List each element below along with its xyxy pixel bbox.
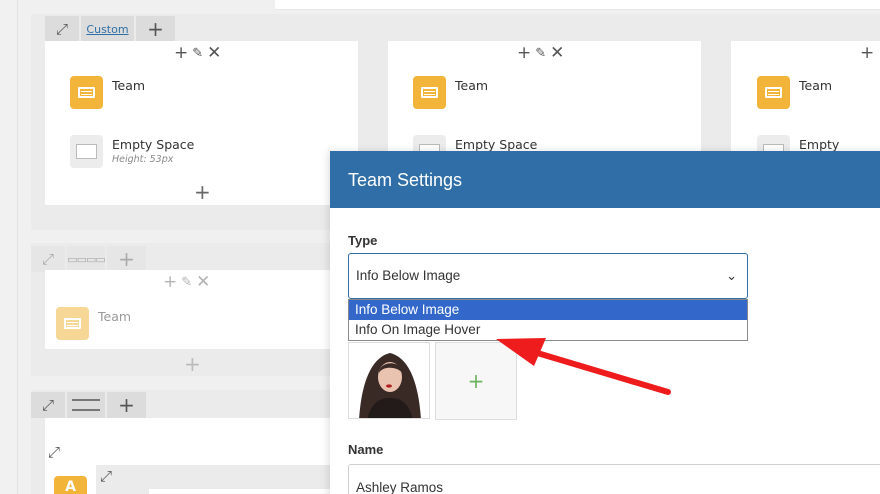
team-settings-modal: Team Settings Type Info Below Image ⌄ In… bbox=[330, 151, 880, 494]
add-element-icon[interactable]: + bbox=[517, 45, 531, 62]
row-expand-button[interactable]: ⤢ bbox=[31, 246, 65, 272]
name-input[interactable]: Ashley Ramos bbox=[348, 464, 880, 494]
element-title: Team bbox=[455, 78, 489, 93]
row-1-toolbar: ⤢ Custom + bbox=[45, 16, 177, 42]
element-team[interactable]: Team bbox=[413, 76, 488, 109]
delete-x-icon[interactable]: ✕ bbox=[196, 274, 210, 291]
element-title: Team bbox=[112, 78, 146, 93]
edit-pencil-icon[interactable]: ✎ bbox=[192, 45, 203, 62]
element-subtitle: Height: 53px bbox=[112, 154, 174, 165]
type-select[interactable]: Info Below Image ⌄ bbox=[348, 253, 748, 299]
row-3-toolbar: ⤢ + bbox=[31, 392, 148, 418]
modal-title: Team Settings bbox=[330, 151, 880, 208]
type-label: Type bbox=[348, 233, 378, 248]
add-element-icon[interactable]: + bbox=[163, 274, 177, 291]
row-expand-button[interactable]: ⤢ bbox=[31, 392, 65, 418]
chevron-down-icon: ⌄ bbox=[726, 268, 737, 283]
row-add-button[interactable]: + bbox=[107, 392, 146, 418]
type-select-value: Info Below Image bbox=[356, 268, 461, 283]
inner-expand-icon[interactable]: ⤢ bbox=[48, 443, 60, 461]
add-icon: + bbox=[118, 393, 135, 417]
add-element-icon[interactable]: + bbox=[860, 45, 874, 62]
top-strip bbox=[275, 0, 880, 10]
text-element-icon[interactable]: A bbox=[54, 476, 87, 494]
element-title: Empty Space bbox=[112, 137, 195, 152]
column-add-element-button[interactable]: + bbox=[194, 182, 211, 202]
element-team[interactable]: Team bbox=[70, 76, 145, 109]
row-layout-label: Custom bbox=[86, 22, 129, 36]
element-empty-space[interactable]: Empty Space Height: 53px bbox=[70, 135, 194, 168]
row-add-button[interactable]: + bbox=[107, 246, 146, 272]
delete-x-icon[interactable]: ✕ bbox=[550, 45, 564, 62]
row-add-button[interactable]: + bbox=[136, 16, 175, 42]
add-icon: + bbox=[118, 247, 135, 271]
columns-layout-icon: ▭▭▭▭ bbox=[67, 252, 106, 266]
add-image-icon: + bbox=[467, 369, 485, 393]
column-add-element-button[interactable]: + bbox=[184, 354, 201, 374]
expand-icon: ⤢ bbox=[41, 396, 54, 414]
name-label: Name bbox=[348, 442, 384, 457]
column-controls: + ✎ ✕ bbox=[174, 45, 221, 62]
team-member-photo[interactable] bbox=[348, 342, 430, 419]
edit-pencil-icon[interactable]: ✎ bbox=[535, 45, 546, 62]
column-controls: + ✎ ✕ bbox=[517, 45, 564, 62]
type-dropdown-list: Info Below Image Info On Image Hover bbox=[348, 299, 748, 341]
delete-x-icon[interactable]: ✕ bbox=[207, 45, 221, 62]
empty-space-icon bbox=[70, 135, 103, 168]
inner-column bbox=[149, 489, 330, 494]
team-element-icon bbox=[56, 307, 89, 340]
add-element-icon[interactable]: + bbox=[174, 45, 188, 62]
edit-pencil-icon[interactable]: ✎ bbox=[181, 274, 192, 291]
single-column-layout-icon bbox=[72, 399, 100, 411]
team-element-icon bbox=[413, 76, 446, 109]
row-2-toolbar: ⤢ ▭▭▭▭ + bbox=[31, 246, 148, 272]
team-element-icon bbox=[70, 76, 103, 109]
expand-icon: ⤢ bbox=[41, 250, 54, 268]
type-option-info-on-image-hover[interactable]: Info On Image Hover bbox=[349, 320, 747, 340]
team-element-icon bbox=[757, 76, 790, 109]
add-icon: + bbox=[147, 17, 164, 41]
inner-row-expand-icon[interactable]: ⤢ bbox=[100, 467, 112, 485]
name-input-value: Ashley Ramos bbox=[356, 480, 444, 494]
row-expand-button[interactable]: ⤢ bbox=[45, 16, 79, 42]
left-strip bbox=[0, 0, 18, 494]
type-option-info-below-image[interactable]: Info Below Image bbox=[349, 300, 747, 320]
portrait-image bbox=[349, 343, 429, 418]
element-title: Team bbox=[799, 78, 833, 93]
row-layout-button[interactable]: Custom bbox=[81, 16, 134, 42]
expand-icon: ⤢ bbox=[55, 20, 68, 38]
element-title: Team bbox=[98, 309, 132, 324]
column-controls: + ✎ ✕ bbox=[163, 274, 210, 291]
add-image-button[interactable]: + bbox=[435, 342, 517, 420]
row-layout-button[interactable]: ▭▭▭▭ bbox=[67, 246, 106, 272]
element-team[interactable]: Team bbox=[757, 76, 832, 109]
element-title: Empty Space bbox=[455, 137, 538, 152]
column-controls: + bbox=[860, 45, 874, 62]
row-layout-button[interactable] bbox=[67, 392, 105, 418]
element-team[interactable]: Team bbox=[56, 307, 131, 340]
